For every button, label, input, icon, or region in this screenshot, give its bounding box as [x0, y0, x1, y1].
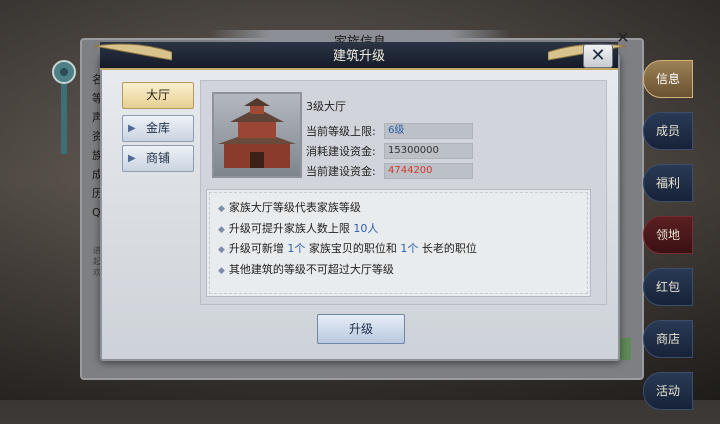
description-highlight: 10人 — [353, 222, 379, 235]
building-tab-shop[interactable]: ▶ 商铺 — [122, 145, 194, 172]
funds-value: 4744200 — [384, 163, 473, 179]
chevron-right-icon: ▶ — [128, 153, 136, 164]
building-tab-treasury[interactable]: ▶ 金库 — [122, 115, 194, 142]
cost-value: 15300000 — [384, 143, 473, 159]
building-name: 3级大厅 — [306, 100, 346, 113]
diamond-bullet-icon: ◆ — [218, 245, 225, 255]
chevron-right-icon: ▶ — [128, 123, 136, 134]
pavilion-icon — [218, 98, 296, 168]
diamond-bullet-icon: ◆ — [218, 266, 225, 276]
level-cap-value: 6级 — [384, 123, 473, 139]
dialog-header: 建筑升级 — [100, 42, 618, 70]
description-highlight: 1个 — [287, 242, 306, 255]
tab-members[interactable]: 成员 — [643, 112, 693, 150]
dialog-close-button[interactable]: ✕ — [583, 44, 613, 68]
description-text: 家族大厅等级代表家族等级 — [228, 201, 361, 214]
level-cap-label: 当前等级上限: — [306, 125, 376, 138]
description-text: 升级可新增 — [228, 242, 288, 255]
building-image — [212, 92, 302, 178]
tab-activity[interactable]: 活动 — [643, 372, 693, 410]
tab-info[interactable]: 信息 — [643, 60, 693, 98]
building-tab-label: 商铺 — [145, 151, 170, 165]
description-text: 长老的职位 — [418, 242, 477, 255]
dialog-title: 建筑升级 — [332, 49, 385, 64]
building-tab-hall[interactable]: 大厅 — [122, 82, 194, 109]
description-item: ◆ 升级可提升家族人数上限 10人 — [218, 220, 378, 236]
description-highlight: 1个 — [400, 242, 419, 255]
description-text: 家族宝贝的职位和 — [305, 242, 401, 255]
tab-shop[interactable]: 商店 — [643, 320, 693, 358]
description-item: ◆ 其他建筑的等级不可超过大厅等级 — [218, 261, 394, 277]
description-item: ◆ 升级可新增 1个 家族宝贝的职位和 1个 长老的职位 — [218, 240, 477, 256]
building-tab-label: 大厅 — [145, 88, 170, 102]
description-item: ◆ 家族大厅等级代表家族等级 — [218, 199, 361, 215]
upgrade-button[interactable]: 升级 — [317, 314, 405, 344]
description-text: 其他建筑的等级不可超过大厅等级 — [228, 263, 394, 276]
tab-welfare[interactable]: 福利 — [643, 164, 693, 202]
side-tab-bar: 信息 成员 福利 领地 红包 商店 活动 — [643, 60, 695, 424]
left-wing-ornament-icon — [93, 43, 172, 61]
tab-territory[interactable]: 领地 — [643, 216, 693, 254]
diamond-bullet-icon: ◆ — [218, 225, 225, 235]
building-tab-label: 金库 — [145, 121, 170, 135]
tab-red-packet[interactable]: 红包 — [643, 268, 693, 306]
diamond-bullet-icon: ◆ — [218, 204, 225, 214]
cost-label: 消耗建设资金: — [306, 145, 376, 158]
description-text: 升级可提升家族人数上限 — [228, 222, 354, 235]
jade-ornament-icon — [52, 60, 76, 154]
funds-label: 当前建设资金: — [306, 165, 376, 178]
